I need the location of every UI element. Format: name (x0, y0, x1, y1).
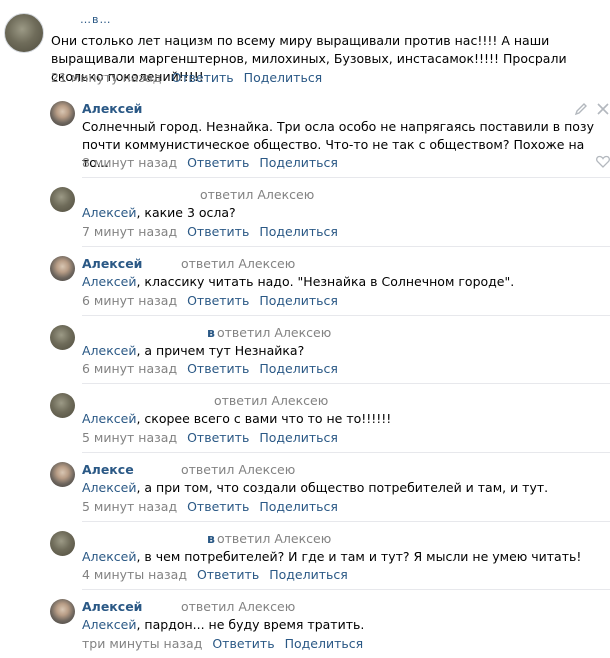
reply-button[interactable]: Ответить (187, 293, 249, 308)
addressee-link[interactable]: Алексей (82, 343, 136, 358)
reply-meta: 6 минут назад Ответить Поделиться (82, 293, 338, 308)
avatar[interactable] (50, 256, 75, 281)
avatar[interactable] (4, 13, 44, 53)
reply-time[interactable]: 4 минуты назад (82, 567, 187, 582)
share-button[interactable]: Поделиться (259, 499, 338, 514)
divider (82, 521, 610, 522)
reply-time[interactable]: 5 минут назад (82, 430, 177, 445)
reply-author[interactable]: в (207, 325, 215, 340)
share-button[interactable]: Поделиться (259, 361, 338, 376)
replied-to-label: ответил Алексею (214, 393, 329, 408)
reply-meta: 5 минут назад Ответить Поделиться (82, 430, 338, 445)
share-button[interactable]: Поделиться (244, 70, 323, 85)
addressee-link[interactable]: Алексей (82, 411, 136, 426)
reply-meta: 5 минут назад Ответить Поделиться (82, 499, 338, 514)
replied-to-label: ответил Алексею (200, 187, 315, 202)
comment-meta: 21 минуту назад Ответить Поделиться (51, 70, 322, 85)
reply-text: Алексей, а причем тут Незнайка? (82, 343, 305, 358)
close-icon[interactable] (597, 103, 609, 115)
reply-button[interactable]: Ответить (212, 636, 274, 651)
replied-to-label: ответил Алексею (217, 531, 332, 546)
addressee-link[interactable]: Алексей (82, 617, 136, 632)
reply-meta: три минуты назад Ответить Поделиться (82, 636, 363, 651)
reply-author[interactable]: Алексей (82, 101, 142, 116)
avatar[interactable] (50, 599, 75, 624)
reply-author[interactable]: Алексей (82, 256, 142, 271)
reply-button[interactable]: Ответить (187, 155, 249, 170)
avatar[interactable] (50, 531, 75, 556)
share-button[interactable]: Поделиться (285, 636, 364, 651)
divider (82, 383, 610, 384)
reply-author[interactable]: в (207, 531, 215, 546)
reply-text: Алексей, а при том, что создали общество… (82, 480, 549, 495)
share-button[interactable]: Поделиться (269, 567, 348, 582)
reply-meta: 7 минут назад Ответить Поделиться (82, 224, 338, 239)
reply-text: Алексей, какие 3 осла? (82, 205, 236, 220)
reply-meta: 8 минут назад Ответить Поделиться (82, 155, 338, 170)
pencil-icon[interactable] (574, 102, 588, 116)
replied-to-label: ответил Алексею (181, 256, 296, 271)
reply-text: Алексей, классику читать надо. "Незнайка… (82, 274, 515, 289)
replied-to-label: ответил Алексею (181, 599, 296, 614)
reply-button[interactable]: Ответить (187, 361, 249, 376)
divider (82, 246, 610, 247)
reply-time[interactable]: 5 минут назад (82, 499, 177, 514)
addressee-link[interactable]: Алексей (82, 549, 136, 564)
divider (82, 452, 610, 453)
reply-button[interactable]: Ответить (187, 499, 249, 514)
addressee-link[interactable]: Алексей (82, 274, 136, 289)
avatar[interactable] (50, 462, 75, 487)
reply-meta: 4 минуты назад Ответить Поделиться (82, 567, 348, 582)
reply-time[interactable]: 6 минут назад (82, 361, 177, 376)
reply-button[interactable]: Ответить (187, 224, 249, 239)
heart-icon[interactable] (596, 155, 610, 168)
divider (82, 589, 610, 590)
share-button[interactable]: Поделиться (259, 293, 338, 308)
share-button[interactable]: Поделиться (259, 224, 338, 239)
comment-time[interactable]: 21 минуту назад (51, 70, 161, 85)
avatar[interactable] (50, 101, 75, 126)
reply-text: Алексей, пардон... не буду время тратить… (82, 617, 365, 632)
addressee-link[interactable]: Алексей (82, 480, 136, 495)
reply-button[interactable]: Ответить (171, 70, 233, 85)
avatar[interactable] (50, 325, 75, 350)
reply-author[interactable]: Алексе (82, 462, 134, 477)
share-button[interactable]: Поделиться (259, 155, 338, 170)
avatar[interactable] (50, 393, 75, 418)
addressee-link[interactable]: Алексей (82, 205, 136, 220)
reply-time[interactable]: 7 минут назад (82, 224, 177, 239)
reply-button[interactable]: Ответить (187, 430, 249, 445)
reply-text: Алексей, в чем потребителей? И где и там… (82, 549, 582, 564)
reply-text: Алексей, скорее всего с вами что то не т… (82, 411, 392, 426)
reply-meta: 6 минут назад Ответить Поделиться (82, 361, 338, 376)
replied-to-label: ответил Алексею (181, 462, 296, 477)
share-button[interactable]: Поделиться (259, 430, 338, 445)
reply-time[interactable]: 8 минут назад (82, 155, 177, 170)
avatar[interactable] (50, 187, 75, 212)
reply-time[interactable]: три минуты назад (82, 636, 202, 651)
divider (82, 315, 610, 316)
reply-time[interactable]: 6 минут назад (82, 293, 177, 308)
reply-author[interactable]: Алексей (82, 599, 142, 614)
replied-to-label: ответил Алексею (217, 325, 332, 340)
comment-author[interactable]: …в… (80, 13, 111, 26)
reply-button[interactable]: Ответить (197, 567, 259, 582)
divider (82, 177, 610, 178)
